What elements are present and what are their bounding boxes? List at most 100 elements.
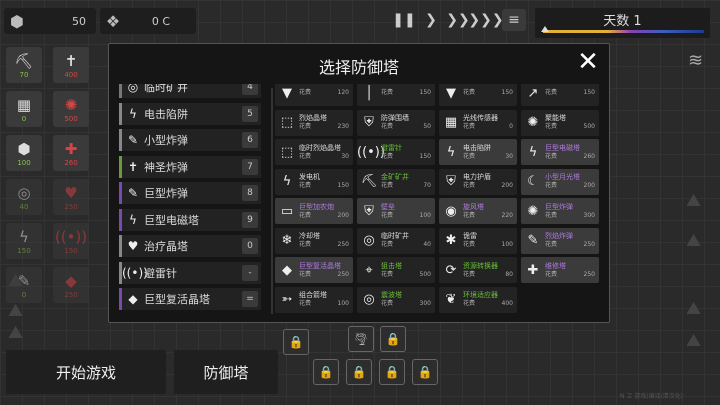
tower-slot[interactable]: ◆ 250 bbox=[53, 267, 89, 303]
tower-option[interactable]: ▦ 光线传感器 花费 0 bbox=[439, 109, 517, 136]
tower-icon: ⛨ bbox=[364, 203, 374, 219]
tower-option[interactable]: ☾ 小型月光塔 花费 200 bbox=[521, 168, 599, 195]
close-icon[interactable]: ✕ bbox=[575, 49, 601, 76]
tower-cost: 100 bbox=[337, 300, 349, 307]
fee-label: 花费 bbox=[299, 241, 312, 248]
hotkey-item[interactable]: ✎ 小型炸弹 6 bbox=[119, 129, 261, 151]
hotkey-item[interactable]: ✎ 巨型炸弹 8 bbox=[119, 182, 261, 204]
locked-slot[interactable]: 🔒 bbox=[379, 359, 405, 385]
hotkey-label: 治疗晶塔 bbox=[144, 240, 188, 253]
locked-slot[interactable]: 🔒 bbox=[313, 359, 339, 385]
hotkey-label: 临时矿井 bbox=[144, 84, 188, 94]
tower-slot[interactable]: ✎ 0 bbox=[6, 267, 42, 303]
tower-cost: 30 bbox=[505, 152, 513, 160]
tower-option[interactable]: ⬚ 临时烈焰晶塔 花费 30 bbox=[275, 139, 353, 165]
tower-slot-cost: 250 bbox=[64, 202, 78, 211]
tower-option[interactable]: ✺ 聚能塔 花费 500 bbox=[521, 109, 599, 136]
pause-button[interactable]: ❚❚ bbox=[392, 9, 416, 31]
tower-option[interactable]: ⛏ 金矿矿井 花费 70 bbox=[357, 168, 435, 195]
menu-button[interactable]: ≡ bbox=[502, 9, 526, 31]
tornado-slot[interactable]: 🌪 bbox=[348, 326, 374, 352]
hotkey-item[interactable]: ✝ 神圣炸弹 7 bbox=[119, 155, 261, 178]
fee-label: 花费 bbox=[299, 182, 312, 189]
tower-slot[interactable]: ✝ 400 bbox=[53, 47, 89, 83]
tower-option[interactable]: ❦ 环境适应器 花费 400 bbox=[439, 286, 517, 313]
tower-option[interactable]: ϟ 发电机 花费 150 bbox=[275, 168, 353, 195]
fee-label: 花费 bbox=[381, 241, 394, 248]
hotkey-item[interactable]: ((•)) 避雷针 - bbox=[119, 261, 261, 284]
tower-option[interactable]: ⟳ 资源转换器 花费 80 bbox=[439, 257, 517, 283]
resource-value: 50 bbox=[72, 14, 86, 28]
tower-option[interactable]: ▼ 花费 120 bbox=[275, 84, 353, 106]
tower-option[interactable]: ◆ 巨型复活晶塔 花费 250 bbox=[275, 257, 353, 283]
fee-label: 花费 bbox=[299, 123, 312, 130]
tower-option[interactable]: ✚ 维修塔 花费 250 bbox=[521, 257, 599, 283]
locked-slot[interactable]: 🔒 bbox=[346, 359, 372, 385]
tower-option[interactable]: ϟ 巨型电磁塔 花费 260 bbox=[521, 139, 599, 165]
tower-option[interactable]: ◉ 旋风塔 花费 220 bbox=[439, 198, 517, 224]
tower-slot[interactable]: ♥ 250 bbox=[53, 179, 89, 215]
tower-icon: ϟ bbox=[528, 144, 538, 160]
tower-name: 临时烈焰晶塔 bbox=[299, 143, 341, 152]
tower-cost: 250 bbox=[337, 270, 349, 278]
tower-option[interactable]: ◎ 临时矿井 花费 40 bbox=[357, 227, 435, 254]
fee-label: 花费 bbox=[381, 300, 394, 307]
hotkey-item[interactable]: ϟ 电击陷阱 5 bbox=[119, 102, 261, 125]
tower-option[interactable]: ⬚ 烈焰晶塔 花费 230 bbox=[275, 109, 353, 136]
tower-slot[interactable]: ((•)) 150 bbox=[53, 223, 89, 259]
tower-name: 发电机 bbox=[299, 173, 320, 181]
tower-option[interactable]: ⛨ 壁垒 花费 100 bbox=[357, 198, 435, 224]
locked-slot[interactable]: 🔒 bbox=[380, 326, 406, 352]
tower-slot[interactable]: ◎ 40 bbox=[6, 179, 42, 215]
locked-slot[interactable]: 🔒 bbox=[283, 329, 309, 355]
tower-option[interactable]: ⛨ 电力护盾 花费 200 bbox=[439, 168, 517, 195]
tower-slot-cost: 100 bbox=[17, 158, 31, 167]
day-label: 天数 1 bbox=[603, 14, 642, 29]
tower-icon: ➳ bbox=[281, 292, 293, 307]
rock-icon: ⛰ bbox=[8, 300, 24, 321]
hotkey-item[interactable]: ♥ 治疗晶塔 0 bbox=[119, 235, 261, 257]
tower-icon: ✎ bbox=[527, 233, 539, 248]
tower-slot[interactable]: ✺ 500 bbox=[53, 91, 89, 127]
tower-option[interactable]: ϟ 电击陷阱 花费 30 bbox=[439, 139, 517, 165]
play-button[interactable]: ❯ bbox=[419, 9, 443, 31]
tower-option[interactable]: ✱ 诡雷 花费 100 bbox=[439, 227, 517, 254]
tower-slot[interactable]: ✚ 260 bbox=[53, 135, 89, 171]
hotkey-key: 6 bbox=[242, 132, 258, 148]
tower-option[interactable]: ((•)) 避雷针 花费 150 bbox=[357, 139, 435, 165]
tower-slot[interactable]: ⬢ 100 bbox=[6, 135, 42, 171]
tower-option[interactable]: ▼ 花费 150 bbox=[439, 84, 517, 106]
tower-name: 旋风塔 bbox=[463, 202, 484, 211]
tower-option[interactable]: ▭ 巨型加农炮 花费 200 bbox=[275, 198, 353, 224]
tower-option[interactable]: ↗ 花费 150 bbox=[521, 84, 599, 106]
start-game-button[interactable]: 开始游戏 bbox=[6, 350, 166, 394]
tower-slot[interactable]: ⛏ 70 bbox=[6, 47, 42, 83]
top-bar: ⬢ 50 ❖ 0 C ❚❚ ❯ ❯❯ ❯❯❯ ≡ 天数 1 bbox=[0, 0, 720, 44]
tower-option[interactable]: ⛨ 防弹围墙 花费 50 bbox=[357, 109, 435, 136]
hotkey-icon: ✎ bbox=[127, 133, 139, 147]
tower-option[interactable]: ⌖ 狙击塔 花费 500 bbox=[357, 257, 435, 283]
tower-slot-icon: ✎ bbox=[17, 271, 31, 290]
tower-option[interactable]: ✎ 烈焰炸弹 花费 250 bbox=[521, 227, 599, 254]
hotkey-item[interactable]: ◆ 巨型复活晶塔 = bbox=[119, 288, 261, 310]
tower-option[interactable]: │ 花费 150 bbox=[357, 84, 435, 106]
defense-tower-button[interactable]: 防御塔 bbox=[174, 350, 278, 394]
fee-label: 花费 bbox=[381, 182, 394, 189]
fast-forward-button[interactable]: ❯❯ bbox=[446, 9, 470, 31]
tower-option[interactable]: ➳ 组合箭塔 花费 100 bbox=[275, 286, 353, 313]
hotkey-item[interactable]: ϟ 巨型电磁塔 9 bbox=[119, 208, 261, 231]
tower-cost: 260 bbox=[583, 152, 595, 160]
tower-option[interactable]: ❄ 冷却塔 花费 250 bbox=[275, 227, 353, 254]
hotkey-item[interactable]: ◎ 临时矿井 4 bbox=[119, 84, 261, 98]
tower-cost: 30 bbox=[341, 152, 349, 160]
divider bbox=[271, 88, 273, 314]
locked-slot[interactable]: 🔒 bbox=[412, 359, 438, 385]
tower-slot[interactable]: ▦ 0 bbox=[6, 91, 42, 127]
tower-option[interactable]: ✺ 巨型炸弹 花费 300 bbox=[521, 198, 599, 224]
day-progress-marker bbox=[541, 26, 549, 32]
tower-slot-icon: ▦ bbox=[16, 95, 32, 114]
tower-option[interactable]: ◎ 震波塔 花费 300 bbox=[357, 286, 435, 313]
tower-slot[interactable]: ϟ 150 bbox=[6, 223, 42, 259]
tower-cost: 500 bbox=[583, 123, 595, 130]
fastest-forward-button[interactable]: ❯❯❯ bbox=[468, 9, 503, 31]
